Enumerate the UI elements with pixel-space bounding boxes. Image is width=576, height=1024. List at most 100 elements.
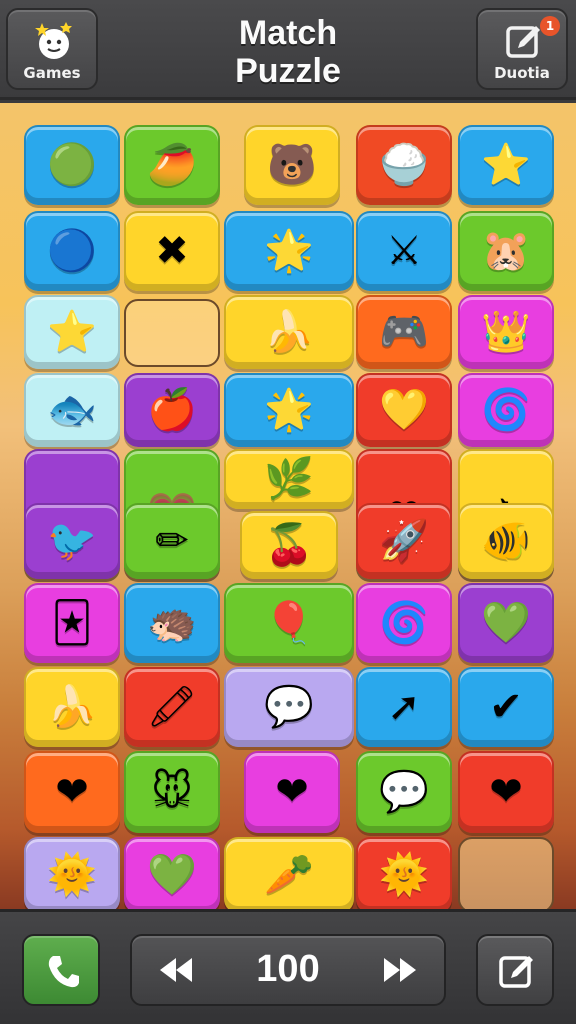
spiral-tile[interactable]: 🌀 (356, 583, 452, 663)
banana-tile[interactable]: 🍌 (224, 295, 354, 369)
green-blob-tile[interactable]: 🟢 (24, 125, 120, 205)
green-blob-icon: 🟢 (47, 142, 97, 188)
heart-tile-orange[interactable]: ❤ (24, 751, 120, 833)
carrot-icon: 🥕 (264, 852, 314, 898)
fish-icon: 🐟 (47, 387, 97, 433)
card-icon: 🃏 (51, 600, 93, 646)
edit-button[interactable] (476, 934, 554, 1006)
mouse-face-icon: 🐭 (151, 769, 193, 815)
carrot-tile[interactable]: 🥕 (224, 837, 354, 909)
pencil-tile[interactable]: ✏ (124, 503, 220, 579)
edit-icon (499, 956, 533, 988)
check-circle-icon: ✔ (489, 684, 523, 730)
banana-tile-2[interactable]: 🍌 (24, 667, 120, 747)
sun-tile[interactable]: 🌞 (24, 837, 120, 909)
controller-tile[interactable]: 🎮 (356, 295, 452, 369)
fish-tile[interactable]: 🐟 (24, 373, 120, 447)
crown-icon: 👑 (481, 309, 531, 355)
balloon-tile[interactable]: 🎈 (224, 583, 354, 663)
red-bird-tile[interactable]: 🐦 (24, 503, 120, 579)
game-controller-icon: 🎮 (379, 309, 429, 355)
starfish-tile[interactable]: ⭐ (458, 125, 554, 205)
speech-bubble-icon: 💬 (264, 684, 314, 730)
crown-tile[interactable]: 👑 (458, 295, 554, 369)
leaf-tile[interactable]: 🌿 (224, 449, 354, 509)
bear-face-icon: 🐻 (267, 142, 317, 188)
check-circle-tile[interactable]: ✔ (458, 667, 554, 747)
arrow-icon: ➚ (387, 684, 421, 730)
white-heart-icon: ❤ (275, 769, 309, 815)
bowl-icon: 🍚 (379, 142, 429, 188)
pencil-icon: ✏ (155, 518, 189, 564)
green-heart-tile[interactable]: 💚 (458, 583, 554, 663)
apple-icon: 🍎 (147, 387, 197, 433)
speech-bubble-tile[interactable]: 💬 (224, 667, 354, 747)
empty-slot-1[interactable] (124, 299, 220, 367)
top-bar: Games Match Puzzle 1 Duotia (0, 0, 576, 100)
hedgehog-tile[interactable]: 🦔 (124, 583, 220, 663)
phone-icon (48, 956, 79, 988)
fast-forward-icon[interactable] (380, 954, 420, 986)
games-mascot-icon (35, 22, 72, 59)
duotia-button[interactable]: 1 Duotia (476, 8, 568, 90)
arrow-tile[interactable]: ➚ (356, 667, 452, 747)
pink-swirl-tile[interactable]: 🌀 (458, 373, 554, 447)
star-arc-tile[interactable]: 🌟 (224, 211, 354, 291)
bowl-tile[interactable]: 🍚 (356, 125, 452, 205)
pink-fish-tile[interactable]: 🐠 (458, 503, 554, 579)
red-bird-icon: 🐦 (47, 518, 97, 564)
page-title-line2: Puzzle (235, 52, 341, 90)
star-tile[interactable]: ⭐ (24, 295, 120, 369)
score-bar: 100 (130, 934, 446, 1006)
crossed-swords-tile[interactable]: ⚔ (356, 211, 452, 291)
rewind-icon[interactable] (156, 954, 196, 986)
crayon-tile[interactable]: 🖍 (124, 667, 220, 747)
score-value: 100 (256, 948, 320, 990)
duotia-label: Duotia (494, 64, 550, 82)
green-heart-icon: 💚 (481, 600, 531, 646)
spiral-icon: 🌀 (379, 600, 429, 646)
rocket-tile[interactable]: 🚀 (356, 503, 452, 579)
mango-tile[interactable]: 🥭 (124, 125, 220, 205)
games-button[interactable]: Games (6, 8, 98, 90)
brown-bear-tile[interactable]: 🐻 (244, 125, 340, 205)
chat-dots-tile[interactable]: 💬 (356, 751, 452, 833)
pink-fish-icon: 🐠 (481, 518, 531, 564)
pink-cross-tile[interactable]: ✖ (124, 211, 220, 291)
banana-icon: 🍌 (264, 309, 314, 355)
yellow-bear-icon: 🐹 (481, 228, 531, 274)
crayon-icon: 🖍 (146, 684, 198, 730)
blue-blob-icon: 🔵 (47, 228, 97, 274)
page-title-line1: Match (238, 14, 338, 52)
rocket-icon: 🚀 (379, 518, 429, 564)
heart-tile-red[interactable]: ❤ (458, 751, 554, 833)
mouse-tile[interactable]: 🐭 (124, 751, 220, 833)
sun-icon: 🌞 (47, 852, 97, 898)
balloon-icon: 🎈 (264, 600, 314, 646)
leaf-icon: 🌿 (264, 456, 314, 502)
bottom-bar: 100 (0, 909, 576, 1024)
cherries-tile[interactable]: 🍒 (240, 511, 338, 579)
star-icon: ⭐ (47, 309, 97, 355)
puzzle-board: 🟢🥭🐻🍚⭐🔵✖🌟⚔🐹⭐🍌🎮👑🐟🍎🌟💛🌀🔺💗🌿❤✈🐦✏🍒🚀🐠🃏🦔🎈🌀💚🍌🖍💬➚✔❤… (0, 103, 576, 909)
mango-icon: 🥭 (147, 142, 197, 188)
pink-cross-icon: ✖ (155, 228, 189, 274)
heart-tile-magenta[interactable]: ❤ (244, 751, 340, 833)
yellow-heart-tile[interactable]: 💛 (356, 373, 452, 447)
banana-icon: 🍌 (47, 684, 97, 730)
yellow-bear-tile[interactable]: 🐹 (458, 211, 554, 291)
apple-tile[interactable]: 🍎 (124, 373, 220, 447)
empty-slot-2[interactable] (458, 837, 554, 909)
starfish-icon: ⭐ (481, 142, 531, 188)
green-heart-tile-2[interactable]: 💚 (124, 837, 220, 909)
card-tile[interactable]: 🃏 (24, 583, 120, 663)
blue-blob-tile[interactable]: 🔵 (24, 211, 120, 291)
phone-button[interactable] (22, 934, 100, 1006)
sun-face-icon: 🌞 (379, 852, 429, 898)
sun-face-tile[interactable]: 🌞 (356, 837, 452, 909)
chat-dots-icon: 💬 (379, 769, 429, 815)
star-arc-icon: 🌟 (264, 228, 314, 274)
crossed-swords-icon: ⚔ (386, 228, 422, 274)
cherries-icon: 🍒 (264, 522, 314, 568)
star-arc-tile-2[interactable]: 🌟 (224, 373, 354, 447)
